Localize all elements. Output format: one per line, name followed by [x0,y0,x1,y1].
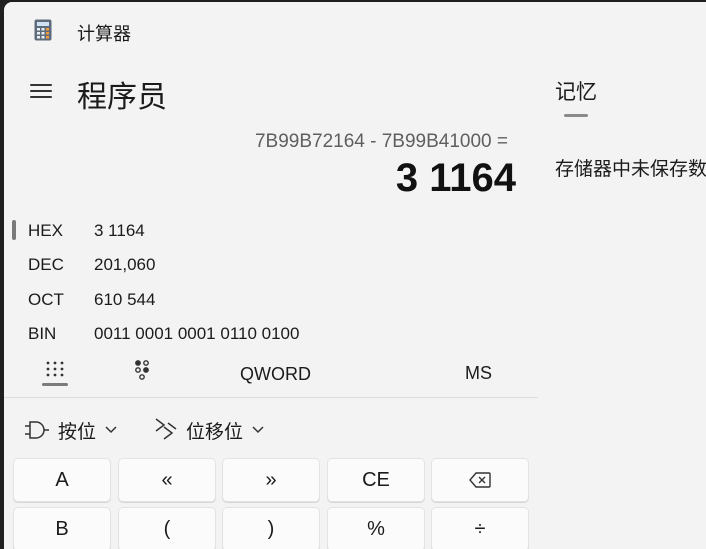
radix-row-oct[interactable]: OCT 610 544 [4,283,544,315]
radix-value: 610 544 [94,290,156,309]
hamburger-icon-line [30,96,52,98]
radix-value: 0011 0001 0001 0110 0100 [94,324,300,343]
key-a[interactable]: A [13,458,111,502]
calculator-app-icon [34,19,52,41]
expression-display: 7B99B72164 - 7B99B41000 = [254,131,508,152]
logic-gate-icon [25,421,49,439]
memory-store-button[interactable]: MS [465,363,492,384]
radix-value: 201,060 [94,255,156,274]
active-tab-underline [42,383,68,386]
key-open-paren[interactable]: ( [118,507,216,549]
key-shift-right[interactable]: » [222,458,320,502]
key-clear-entry[interactable]: CE [327,458,425,502]
bit-toggle-keypad-tab[interactable] [132,355,152,393]
hamburger-icon-line [30,84,52,86]
hamburger-icon-line [30,90,52,92]
bitwise-dropdown[interactable]: 按位 [24,412,118,448]
radix-label: OCT [28,290,64,309]
bitwise-label: 按位 [58,421,97,443]
radix-label: BIN [28,324,57,343]
radix-row-bin[interactable]: BIN 0011 0001 0001 0110 0100 [4,317,544,349]
key-modulo[interactable]: % [327,507,425,549]
key-b[interactable]: B [13,507,111,549]
key-divide[interactable]: ÷ [431,507,529,549]
title-bar: 计算器 [4,2,706,54]
radix-label: HEX [28,221,63,240]
memory-panel-title[interactable]: 记忆 [555,76,597,106]
selected-radix-indicator [12,220,16,240]
bit-shift-icon [155,418,177,440]
navigation-menu-button[interactable] [30,80,52,100]
key-close-paren[interactable]: ) [222,507,320,549]
radix-row-hex[interactable]: HEX 3 1164 [4,214,544,246]
radix-label: DEC [28,255,64,274]
bitshift-dropdown[interactable]: 位移位 [154,412,265,448]
bit-toggle-icon [135,360,149,380]
full-keypad-tab[interactable] [42,355,68,393]
result-display: 3 1164 [395,156,516,200]
radix-value: 3 1164 [94,221,145,240]
key-backspace[interactable] [431,458,529,502]
calculator-window: 计算器 程序员 7B99B72164 - 7B99B41000 = 3 1164… [4,2,706,549]
memory-empty-message: 存储器中未保存数 [555,159,706,180]
keypad-grid-icon [46,361,64,377]
keypad-mode-bar: QWORD MS [4,355,538,398]
mode-title: 程序员 [77,81,167,114]
window-title: 计算器 [77,24,131,44]
memory-tab-underline [564,114,588,117]
backspace-icon [469,472,491,488]
chevron-down-icon [252,426,264,434]
bitshift-label: 位移位 [186,421,244,443]
word-size-button[interactable]: QWORD [240,364,311,385]
radix-row-dec[interactable]: DEC 201,060 [4,248,544,280]
chevron-down-icon [105,426,117,434]
key-shift-left[interactable]: « [118,458,216,502]
